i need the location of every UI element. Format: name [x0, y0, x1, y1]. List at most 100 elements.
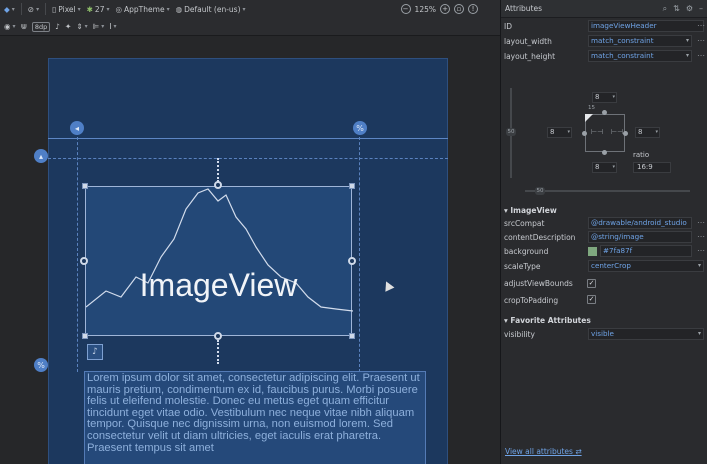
attr-contentdesc-input[interactable]: @string/image [588, 231, 692, 243]
infer-constraints-button[interactable]: ✦ [65, 22, 71, 31]
constraint-left-spring-icon[interactable]: ⊢⊣ [591, 128, 603, 136]
margin-bottom-dropdown[interactable]: 8 ▾ [592, 162, 617, 173]
zoom-in-button[interactable]: + [440, 4, 450, 14]
design-canvas[interactable]: ◂ % ▴ % ImageView ♪ Lorem ipsum dolor si… [0, 36, 500, 464]
view-all-attributes-link[interactable]: View all attributes ⇄ [505, 447, 582, 456]
attr-scaletype-dropdown[interactable]: centerCrop ▾ [588, 260, 704, 272]
resize-handle-tr[interactable] [349, 183, 355, 189]
search-icon[interactable]: ⌕ [663, 4, 667, 14]
anchor-left[interactable] [80, 257, 88, 265]
imageview-widget[interactable]: ImageView [85, 186, 353, 336]
guideline-handle-bottom[interactable]: % [34, 358, 48, 372]
device-dropdown[interactable]: ▯ Pixel ▾ [52, 5, 81, 14]
attr-adjustviewbounds-label: adjustViewBounds [504, 279, 573, 288]
croptopadding-checkbox[interactable]: ✓ [587, 295, 596, 304]
guideline-handle-right[interactable]: % [353, 121, 367, 135]
theme-icon: ◎ [115, 4, 123, 14]
gear-icon[interactable]: ⚙ [686, 4, 693, 14]
toolbar-divider [20, 3, 22, 15]
design-mode-toggle[interactable]: ◆ ▾ [4, 5, 15, 14]
constraint-right-spring-icon[interactable]: ⊢⊣ [611, 128, 623, 136]
attr-id-input[interactable]: imageViewHeader [588, 20, 704, 32]
zoom-fit-button[interactable]: ▫ [454, 4, 464, 14]
constraint-spring-bottom [217, 340, 219, 364]
resize-handle-tl[interactable] [82, 183, 88, 189]
resize-handle-br[interactable] [349, 333, 355, 339]
attr-id-more[interactable]: ⋯ [697, 21, 705, 30]
minimize-icon[interactable]: – [699, 4, 703, 14]
guidelines-dropdown[interactable]: I ▾ [109, 22, 116, 31]
align-icon: ⊫ [92, 22, 100, 31]
orientation-dropdown[interactable]: ⊘ ▾ [28, 5, 39, 14]
zoom-level: 125% [414, 4, 436, 14]
eye-icon: ◉ [4, 22, 11, 31]
zoom-controls: − 125% + ▫ ! [400, 4, 478, 14]
guideline-right [359, 132, 360, 372]
design-toolbar: ◆ ▾ ⊘ ▾ ▯ Pixel ▾ ✱ 27 ▾ ◎ AppTheme ▾ ◍ Default (… [0, 0, 500, 18]
margin-top-dropdown[interactable]: 8 ▾ [592, 92, 617, 103]
guideline-top [48, 158, 448, 159]
anchor-top[interactable] [214, 181, 222, 189]
align-dropdown[interactable]: ⊫ ▾ [93, 22, 105, 31]
adjustviewbounds-checkbox[interactable]: ✓ [587, 279, 596, 288]
guideline-handle-top[interactable]: ▴ [34, 149, 48, 163]
resize-handle-bl[interactable] [82, 333, 88, 339]
zoom-out-button[interactable]: − [400, 4, 411, 14]
constraint-dot-bottom[interactable] [602, 150, 607, 155]
lorem-textview[interactable]: Lorem ipsum dolor sit amet, consectetur … [84, 371, 426, 464]
locale-dropdown[interactable]: ◍ Default (en-us) ▾ [176, 5, 246, 14]
attr-srccompat-more[interactable]: ⋯ [697, 218, 705, 227]
view-options-dropdown[interactable]: ◉ ▾ [4, 22, 16, 31]
background-color-swatch[interactable] [588, 247, 597, 256]
attr-background-input[interactable]: #7fa87f [600, 245, 692, 257]
constraint-dot-left[interactable] [582, 131, 587, 136]
attr-srccompat-label: srcCompat [504, 219, 545, 228]
constraint-spring-top [217, 158, 219, 182]
constraint-widget: 50 50 8 ▾ 8 ▾ 8 ▾ 8 ▾ 15 ⊢⊣ ⊢⊣ ratio 16:9 [505, 70, 703, 200]
guideline-icon: I [109, 22, 112, 31]
attr-layout-height-dropdown[interactable]: match_constraint ▾ [588, 50, 692, 62]
warnings-icon[interactable]: ! [468, 4, 478, 14]
margin-left-dropdown[interactable]: 8 ▾ [547, 127, 572, 138]
horizontal-bias-thumb[interactable]: 50 [535, 187, 545, 195]
attr-background-more[interactable]: ⋯ [697, 246, 705, 255]
guideline-handle-left[interactable]: ◂ [70, 121, 84, 135]
ratio-input[interactable]: 16:9 [633, 162, 671, 173]
attr-background-label: background [504, 247, 549, 256]
attr-layout-width-more[interactable]: ⋯ [697, 36, 705, 45]
horizontal-bias-slider[interactable] [525, 190, 690, 192]
layers-icon: ◆ [4, 4, 10, 14]
attr-layout-width-dropdown[interactable]: match_constraint ▾ [588, 35, 692, 47]
attr-layout-height-label: layout_height [504, 52, 556, 61]
attr-croptopadding-label: cropToPadding [504, 296, 559, 305]
android-icon: ✱ [86, 4, 93, 14]
attr-layout-width-label: layout_width [504, 37, 552, 46]
api-level-dropdown[interactable]: ✱ 27 ▾ [87, 5, 110, 14]
attr-contentdesc-more[interactable]: ⋯ [697, 232, 705, 241]
anchor-right[interactable] [348, 257, 356, 265]
sort-icon[interactable]: ⇅ [673, 4, 680, 14]
rotate-icon: ⊘ [27, 4, 35, 14]
constraint-chain-icon[interactable]: ♪ [87, 344, 103, 360]
section-imageview[interactable]: ▾ ImageView [504, 206, 557, 215]
phone-icon: ▯ [52, 4, 57, 14]
clear-constraints-button[interactable]: ♪ [55, 22, 60, 31]
attr-layout-height-more[interactable]: ⋯ [697, 51, 705, 60]
vertical-bias-thumb[interactable]: 50 [506, 128, 516, 136]
constraint-dot-right[interactable] [623, 131, 628, 136]
section-favorite-attributes[interactable]: ▾ Favorite Attributes [504, 316, 591, 325]
attr-visibility-dropdown[interactable]: visible ▾ [588, 328, 704, 340]
anchor-bottom[interactable] [214, 332, 222, 340]
autoconnect-toggle[interactable]: ⋓ [21, 22, 27, 31]
ratio-corner-icon[interactable] [585, 114, 593, 122]
theme-dropdown[interactable]: ◎ AppTheme ▾ [115, 5, 169, 14]
attributes-title: Attributes [505, 4, 543, 13]
margin-right-dropdown[interactable]: 8 ▾ [635, 127, 660, 138]
attr-visibility-label: visibility [504, 330, 535, 339]
attr-srccompat-input[interactable]: @drawable/android_studio [588, 217, 692, 229]
constraint-toolbar: ◉ ▾ ⋓ 8dp ♪ ✦ ⇕ ▾ ⊫ ▾ I ▾ [0, 18, 500, 36]
constraint-dot-top[interactable] [602, 110, 607, 115]
toolbar-divider [45, 3, 47, 15]
default-margin-dropdown[interactable]: 8dp [31, 21, 51, 32]
pack-dropdown[interactable]: ⇕ ▾ [76, 22, 87, 31]
